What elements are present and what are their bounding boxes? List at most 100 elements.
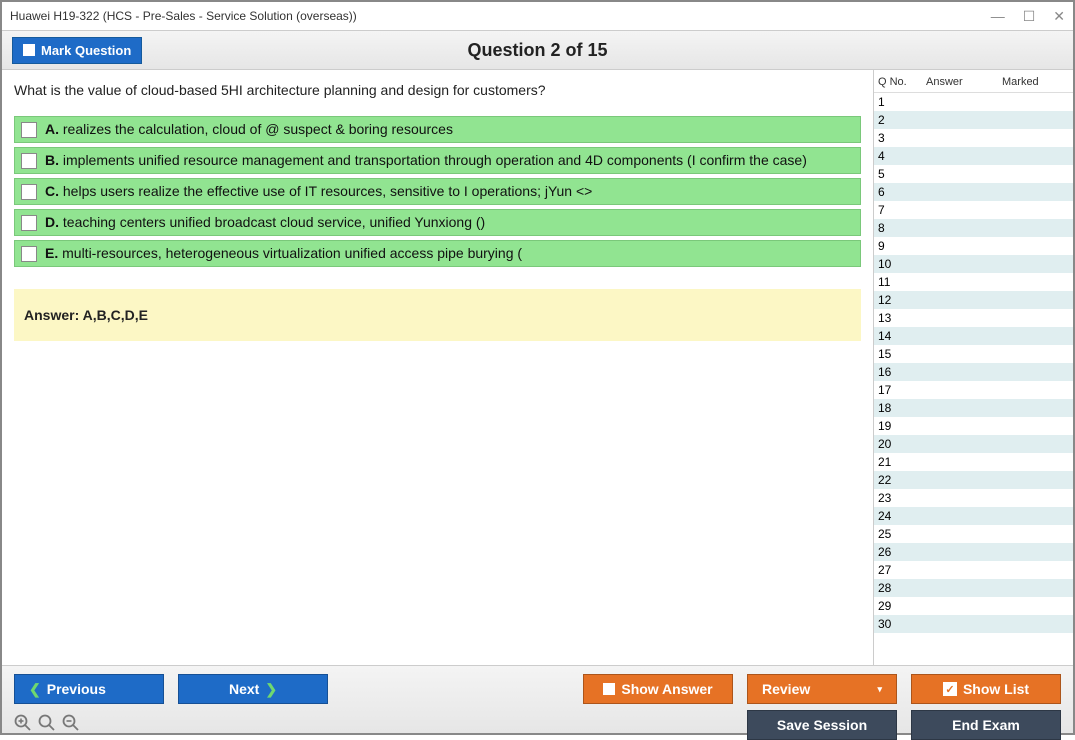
qno-cell: 28 (878, 581, 926, 595)
option-b[interactable]: B. implements unified resource managemen… (14, 147, 861, 174)
list-item[interactable]: 4 (874, 147, 1073, 165)
option-e[interactable]: E. multi-resources, heterogeneous virtua… (14, 240, 861, 267)
qno-cell: 12 (878, 293, 926, 307)
show-list-button[interactable]: ✓ Show List (911, 674, 1061, 704)
option-text: D. teaching centers unified broadcast cl… (45, 214, 485, 230)
col-marked-header: Marked (1002, 76, 1069, 88)
qno-cell: 13 (878, 311, 926, 325)
review-button[interactable]: Review ▾ (747, 674, 897, 704)
side-panel: Q No. Answer Marked 12345678910111213141… (873, 70, 1073, 666)
qno-cell: 23 (878, 491, 926, 505)
list-item[interactable]: 29 (874, 597, 1073, 615)
checkbox-icon (23, 44, 35, 56)
list-item[interactable]: 10 (874, 255, 1073, 273)
previous-button[interactable]: ❮ Previous (14, 674, 164, 704)
list-item[interactable]: 30 (874, 615, 1073, 633)
option-c[interactable]: C. helps users realize the effective use… (14, 178, 861, 205)
list-item[interactable]: 16 (874, 363, 1073, 381)
zoom-reset-icon[interactable] (38, 714, 56, 737)
option-checkbox[interactable] (21, 153, 37, 169)
list-item[interactable]: 19 (874, 417, 1073, 435)
end-exam-button[interactable]: End Exam (911, 710, 1061, 740)
list-item[interactable]: 11 (874, 273, 1073, 291)
option-text: C. helps users realize the effective use… (45, 183, 592, 199)
footer-row-1: ❮ Previous Next ❯ Show Answer Review ▾ ✓… (14, 674, 1061, 704)
question-pane: What is the value of cloud-based 5HI arc… (2, 70, 873, 666)
qno-cell: 19 (878, 419, 926, 433)
zoom-out-icon[interactable] (62, 714, 80, 737)
chevron-down-icon: ▾ (877, 684, 882, 695)
option-text: A. realizes the calculation, cloud of @ … (45, 121, 453, 137)
qno-cell: 11 (878, 275, 926, 289)
list-item[interactable]: 25 (874, 525, 1073, 543)
qno-cell: 10 (878, 257, 926, 271)
qno-cell: 6 (878, 185, 926, 199)
list-item[interactable]: 26 (874, 543, 1073, 561)
list-item[interactable]: 20 (874, 435, 1073, 453)
qno-cell: 16 (878, 365, 926, 379)
qno-cell: 14 (878, 329, 926, 343)
list-item[interactable]: 21 (874, 453, 1073, 471)
list-item[interactable]: 15 (874, 345, 1073, 363)
qno-cell: 2 (878, 113, 926, 127)
option-d[interactable]: D. teaching centers unified broadcast cl… (14, 209, 861, 236)
show-answer-button[interactable]: Show Answer (583, 674, 733, 704)
list-item[interactable]: 28 (874, 579, 1073, 597)
zoom-in-icon[interactable] (14, 714, 32, 737)
qno-cell: 21 (878, 455, 926, 469)
qno-cell: 1 (878, 95, 926, 109)
list-item[interactable]: 3 (874, 129, 1073, 147)
header-bar: Mark Question Question 2 of 15 (2, 30, 1073, 70)
list-item[interactable]: 9 (874, 237, 1073, 255)
list-item[interactable]: 7 (874, 201, 1073, 219)
qno-cell: 29 (878, 599, 926, 613)
list-item[interactable]: 18 (874, 399, 1073, 417)
options-container: A. realizes the calculation, cloud of @ … (14, 116, 861, 267)
chevron-left-icon: ❮ (29, 681, 41, 698)
list-item[interactable]: 6 (874, 183, 1073, 201)
window-controls: — ☐ ✕ (991, 8, 1065, 25)
question-counter: Question 2 of 15 (467, 40, 607, 61)
qno-cell: 8 (878, 221, 926, 235)
next-button[interactable]: Next ❯ (178, 674, 328, 704)
list-item[interactable]: 27 (874, 561, 1073, 579)
option-checkbox[interactable] (21, 246, 37, 262)
maximize-icon[interactable]: ☐ (1023, 8, 1036, 25)
show-list-label: Show List (963, 681, 1029, 697)
qno-cell: 24 (878, 509, 926, 523)
list-item[interactable]: 13 (874, 309, 1073, 327)
close-icon[interactable]: ✕ (1053, 8, 1065, 25)
list-item[interactable]: 2 (874, 111, 1073, 129)
qno-cell: 5 (878, 167, 926, 181)
save-session-label: Save Session (777, 717, 867, 733)
option-checkbox[interactable] (21, 215, 37, 231)
qno-cell: 26 (878, 545, 926, 559)
qno-cell: 4 (878, 149, 926, 163)
mark-question-label: Mark Question (41, 43, 131, 58)
answer-box: Answer: A,B,C,D,E (14, 289, 861, 341)
qno-cell: 22 (878, 473, 926, 487)
qno-cell: 3 (878, 131, 926, 145)
list-item[interactable]: 14 (874, 327, 1073, 345)
option-a[interactable]: A. realizes the calculation, cloud of @ … (14, 116, 861, 143)
list-item[interactable]: 8 (874, 219, 1073, 237)
list-item[interactable]: 12 (874, 291, 1073, 309)
next-label: Next (229, 681, 259, 697)
option-checkbox[interactable] (21, 122, 37, 138)
qno-cell: 30 (878, 617, 926, 631)
qno-cell: 9 (878, 239, 926, 253)
list-item[interactable]: 22 (874, 471, 1073, 489)
window-title: Huawei H19-322 (HCS - Pre-Sales - Servic… (10, 9, 991, 23)
qno-cell: 7 (878, 203, 926, 217)
question-list[interactable]: 1234567891011121314151617181920212223242… (874, 93, 1073, 666)
list-item[interactable]: 1 (874, 93, 1073, 111)
show-answer-label: Show Answer (621, 681, 712, 697)
option-checkbox[interactable] (21, 184, 37, 200)
list-item[interactable]: 5 (874, 165, 1073, 183)
list-item[interactable]: 23 (874, 489, 1073, 507)
list-item[interactable]: 17 (874, 381, 1073, 399)
minimize-icon[interactable]: — (991, 8, 1005, 25)
save-session-button[interactable]: Save Session (747, 710, 897, 740)
mark-question-button[interactable]: Mark Question (12, 37, 142, 64)
list-item[interactable]: 24 (874, 507, 1073, 525)
